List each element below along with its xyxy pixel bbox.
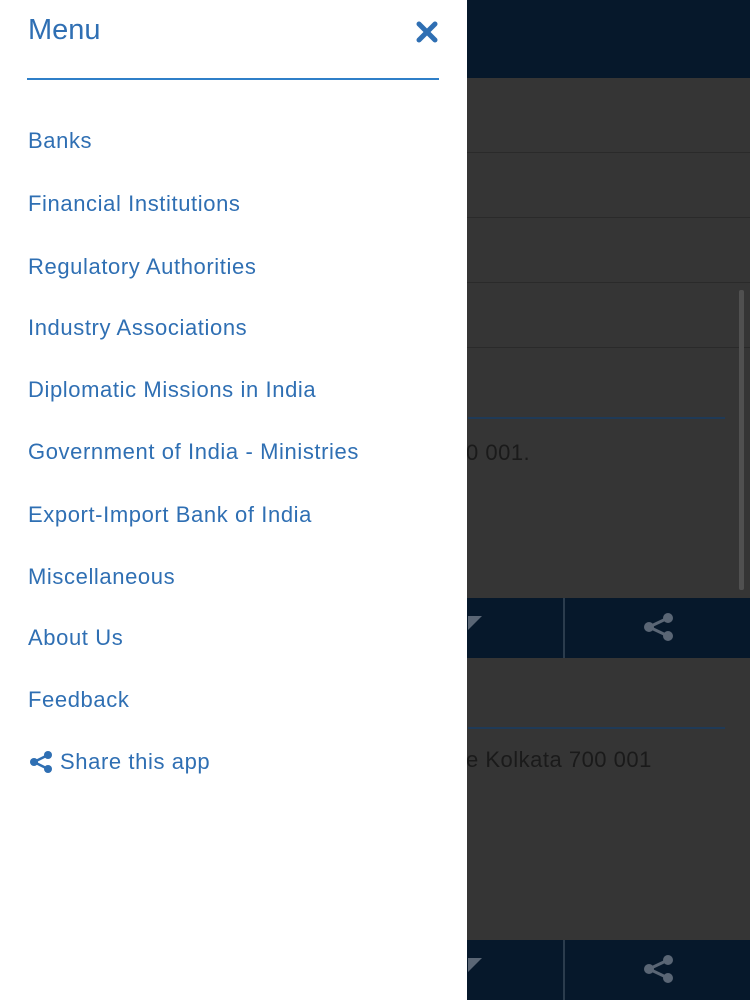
menu-item-diplomatic-missions[interactable]: Diplomatic Missions in India	[28, 377, 316, 403]
mail-icon	[468, 610, 490, 643]
app-screen: 0 001. e Kolkata 700 001 Menu Banks Fina…	[0, 0, 750, 1000]
menu-item-about-us[interactable]: About Us	[28, 625, 123, 651]
menu-item-exim-bank[interactable]: Export-Import Bank of India	[28, 502, 312, 528]
menu-divider	[27, 78, 439, 80]
share-app-label: Share this app	[60, 749, 211, 774]
mail-icon	[468, 952, 490, 985]
card-address: 0 001.	[466, 440, 531, 465]
navigation-drawer: Menu Banks Financial Institutions Regula…	[0, 0, 467, 1000]
card-address: e Kolkata 700 001	[466, 747, 652, 772]
menu-item-financial-institutions[interactable]: Financial Institutions	[28, 191, 241, 217]
share-icon	[642, 612, 676, 649]
action-divider	[563, 598, 565, 658]
menu-item-government-ministries[interactable]: Government of India - Ministries	[28, 439, 359, 465]
scrollbar	[739, 290, 744, 590]
share-icon	[28, 750, 54, 774]
card-divider	[468, 727, 725, 729]
card-divider	[468, 417, 725, 419]
share-icon	[642, 954, 676, 991]
menu-item-regulatory-authorities[interactable]: Regulatory Authorities	[28, 254, 256, 280]
close-icon[interactable]	[410, 14, 444, 48]
share-app-button[interactable]: Share this app	[28, 749, 210, 775]
menu-title: Menu	[28, 14, 101, 46]
menu-item-miscellaneous[interactable]: Miscellaneous	[28, 564, 175, 590]
menu-item-industry-associations[interactable]: Industry Associations	[28, 315, 247, 341]
action-divider	[563, 940, 565, 1000]
menu-item-feedback[interactable]: Feedback	[28, 687, 129, 713]
menu-item-banks[interactable]: Banks	[28, 128, 92, 154]
